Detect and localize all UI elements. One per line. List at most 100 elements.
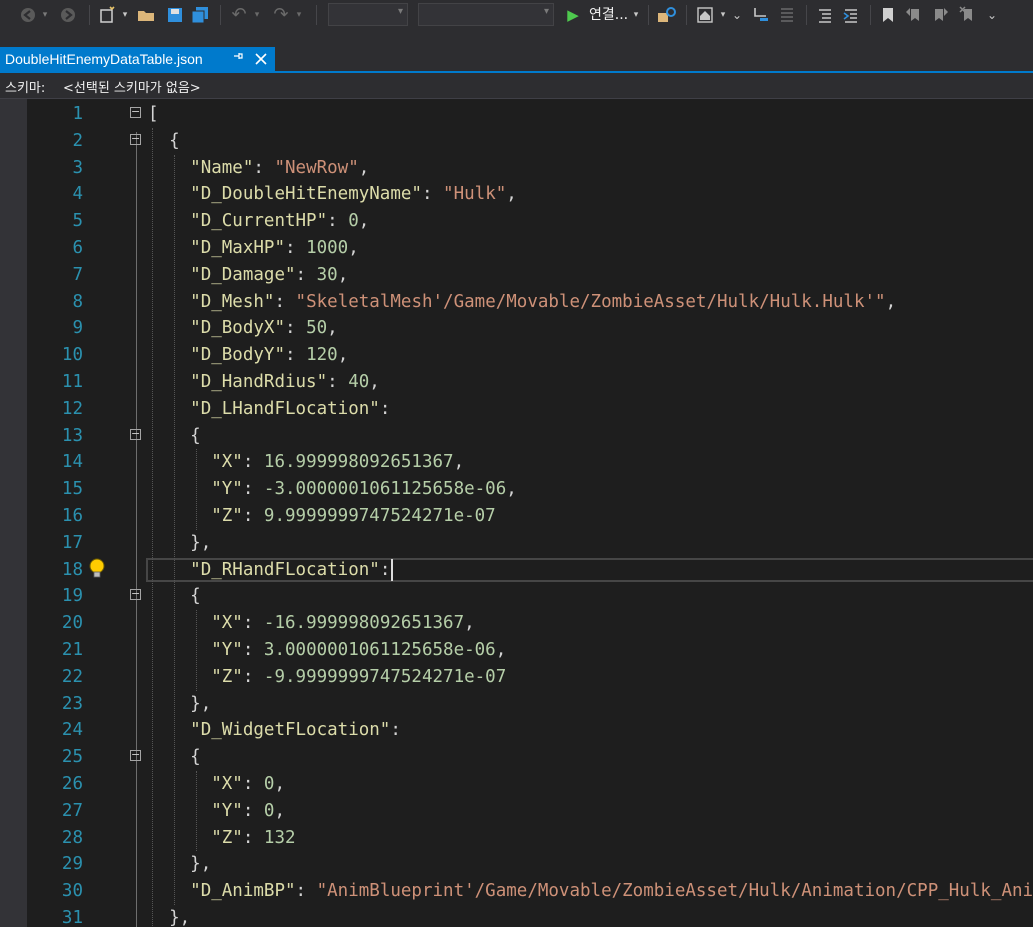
line-number: 18 <box>61 559 83 580</box>
new-dropdown-icon[interactable]: ▾ <box>120 4 130 26</box>
code-editor[interactable]: 1−[2− {3 "Name": "NewRow", 4 "D_DoubleHit… <box>0 99 1033 927</box>
close-icon[interactable] <box>254 48 268 70</box>
home-icon[interactable] <box>694 4 716 26</box>
code-line[interactable]: 15 "Y": -3.0000001061125658e-06, <box>0 476 1033 503</box>
code-line[interactable]: 24 "D_WidgetFLocation": <box>0 717 1033 744</box>
code-line[interactable]: 17 }, <box>0 530 1033 557</box>
toolbar-overflow-icon[interactable]: ⌄ <box>986 4 998 26</box>
navigate-back-icon[interactable] <box>18 4 38 26</box>
code-text: { <box>169 130 180 151</box>
code-text: "Z": 9.9999999747524271e-07 <box>211 506 496 526</box>
code-line[interactable]: 11 "D_HandRdius": 40, <box>0 369 1033 396</box>
step-into-icon[interactable] <box>750 4 772 26</box>
collapse-icon[interactable]: − <box>130 133 141 145</box>
line-number: 7 <box>72 264 83 285</box>
code-line[interactable]: 5 "D_CurrentHP": 0, <box>0 208 1033 235</box>
code-line[interactable]: 2 − { <box>0 128 1033 155</box>
clear-bookmarks-icon[interactable] <box>958 4 978 26</box>
line-number: 26 <box>61 774 83 794</box>
uncomment-lines-icon[interactable] <box>840 4 862 26</box>
code-text: "D_Damage": 30, <box>190 264 349 285</box>
new-project-icon[interactable] <box>96 4 118 26</box>
code-text: }, <box>169 908 191 927</box>
navigate-back-dropdown-icon[interactable]: ▾ <box>40 4 50 26</box>
redo-dropdown-icon[interactable]: ▾ <box>294 4 304 26</box>
redo-icon[interactable]: ↷ <box>270 4 292 26</box>
code-line[interactable]: 19 − { <box>0 583 1033 610</box>
code-text: "Y": 0, <box>211 800 286 821</box>
code-text: }, <box>190 854 212 875</box>
attach-process-icon[interactable] <box>656 4 678 26</box>
pin-icon[interactable] <box>232 50 244 65</box>
line-number: 16 <box>61 506 83 526</box>
code-line[interactable]: 12 "D_LHandFLocation": <box>0 396 1033 423</box>
chevron-down-icon: ▾ <box>397 6 403 17</box>
collapse-icon[interactable]: − <box>130 749 141 762</box>
collapse-icon[interactable]: − <box>130 428 141 440</box>
code-line[interactable]: 9 "D_BodyX": 50, <box>0 315 1033 342</box>
tab-doublehitenemydatatable[interactable]: DoubleHitEnemyDataTable.json <box>0 47 275 71</box>
code-line[interactable]: 10 "D_BodyY": 120, <box>0 342 1033 369</box>
line-number: 17 <box>61 532 83 553</box>
line-number: 8 <box>72 291 83 312</box>
code-line[interactable]: 4 "D_DoubleHitEnemyName": "Hulk", <box>0 181 1033 208</box>
code-text: "Name": "NewRow", <box>190 157 370 178</box>
line-number: 13 <box>61 425 83 446</box>
document-tab-strip: DoubleHitEnemyDataTable.json <box>0 31 1033 73</box>
comment-lines-icon[interactable] <box>814 4 836 26</box>
run-button-label[interactable]: 연결... <box>589 4 628 26</box>
schema-selector[interactable]: <선택된 스키마가 없음> <box>63 77 201 96</box>
code-text: "X": 0, <box>211 774 286 794</box>
line-number: 29 <box>61 854 83 875</box>
next-bookmark-icon[interactable] <box>930 4 950 26</box>
code-line[interactable]: 13 − { <box>0 423 1033 450</box>
collapse-icon[interactable]: − <box>130 588 141 601</box>
line-number: 27 <box>61 800 83 821</box>
code-text: "Z": -9.9999999747524271e-07 <box>211 666 507 687</box>
platform-combo[interactable]: ▾ <box>418 3 554 26</box>
code-line[interactable]: 31 }, <box>0 905 1033 927</box>
save-all-icon[interactable] <box>190 4 212 26</box>
line-number: 15 <box>61 479 83 500</box>
run-icon[interactable]: ▶ <box>564 4 582 26</box>
code-line[interactable]: 8 "D_Mesh": "SkeletalMesh'/Game/Movable/… <box>0 289 1033 316</box>
code-line[interactable]: 23 }, <box>0 691 1033 718</box>
code-line[interactable]: 30 "D_AnimBP": "AnimBlueprint'/Game/Mova… <box>0 878 1033 905</box>
code-line[interactable]: 16 "Z": 9.9999999747524271e-07 <box>0 503 1033 530</box>
code-line[interactable]: 22 "Z": -9.9999999747524271e-07 <box>0 664 1033 691</box>
code-text: "D_WidgetFLocation": <box>190 720 401 741</box>
bookmark-icon[interactable] <box>878 4 898 26</box>
configuration-combo[interactable]: ▾ <box>328 3 408 26</box>
chevron-down-icon: ▾ <box>543 6 549 17</box>
line-number: 20 <box>61 613 83 634</box>
code-line[interactable]: 29 }, <box>0 851 1033 878</box>
pane-dropdown-icon[interactable]: ⌄ <box>730 4 744 26</box>
collapse-icon[interactable]: − <box>130 106 141 118</box>
code-line[interactable]: 3 "Name": "NewRow", <box>0 155 1033 182</box>
lightbulb-icon[interactable] <box>87 557 107 581</box>
step-out-icon[interactable] <box>776 4 798 26</box>
code-line[interactable]: 14 "X": 16.999998092651367, <box>0 449 1033 476</box>
code-line[interactable]: 26 "X": 0, <box>0 771 1033 798</box>
code-text: "D_Mesh": "SkeletalMesh'/Game/Movable/Zo… <box>190 291 897 312</box>
code-line[interactable]: 21 "Y": 3.0000001061125658e-06, <box>0 637 1033 664</box>
code-line[interactable]: 25 − { <box>0 744 1033 771</box>
code-line[interactable]: 20 "X": -16.999998092651367, <box>0 610 1033 637</box>
code-line[interactable]: 27 "Y": 0, <box>0 798 1033 825</box>
undo-icon[interactable]: ↶ <box>228 4 250 26</box>
code-line[interactable]: 7 "D_Damage": 30, <box>0 262 1033 289</box>
code-line[interactable]: 28 "Z": 132 <box>0 825 1033 852</box>
run-dropdown-icon[interactable]: ▾ <box>630 4 642 26</box>
code-line[interactable]: 6 "D_MaxHP": 1000, <box>0 235 1033 262</box>
home-dropdown-icon[interactable]: ▾ <box>718 4 728 26</box>
undo-dropdown-icon[interactable]: ▾ <box>252 4 262 26</box>
line-number: 5 <box>72 211 83 232</box>
code-line[interactable]: 1 −[ <box>0 101 1033 128</box>
code-line[interactable]: 18 "D_RHandFLocation": <box>0 557 1033 584</box>
code-text: }, <box>190 532 212 553</box>
previous-bookmark-icon[interactable] <box>904 4 924 26</box>
navigate-forward-icon[interactable] <box>58 4 78 26</box>
open-folder-icon[interactable] <box>136 4 158 26</box>
line-number: 30 <box>61 881 83 902</box>
save-icon[interactable] <box>164 4 186 26</box>
